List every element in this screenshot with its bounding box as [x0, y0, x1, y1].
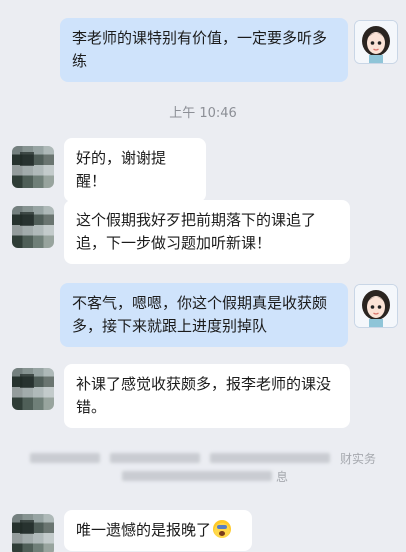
- contact-avatar[interactable]: [12, 368, 54, 410]
- message-text: 补课了感觉收获颇多，报李老师的课没错。: [76, 375, 332, 416]
- scream-emoji-icon: [213, 520, 232, 538]
- notice-text-fragment: 财实务: [340, 452, 377, 466]
- avatar-girl-icon: [355, 21, 397, 63]
- message-text: 不客气，嗯嗯，你这个假期真是收获颇多，接下来就跟上进度别掉队: [72, 294, 328, 335]
- message-text: 唯一遗憾的是报晚了: [76, 521, 212, 539]
- message-bubble-outgoing[interactable]: 不客气，嗯嗯，你这个假期真是收获颇多，接下来就跟上进度别掉队: [60, 283, 348, 347]
- chat-window: 李老师的课特别有价值，一定要多听多练 上午 10:46 好的，谢谢提醒！ 这个假…: [0, 0, 406, 552]
- message-bubble-incoming[interactable]: 唯一遗憾的是报晚了: [64, 510, 252, 551]
- contact-avatar[interactable]: [12, 146, 54, 188]
- contact-avatar[interactable]: [12, 206, 54, 248]
- message-text: 好的，谢谢提醒！: [76, 149, 167, 190]
- message-bubble-incoming[interactable]: 这个假期我好歹把前期落下的课追了追，下一步做习题加听新课！: [64, 200, 350, 264]
- message-bubble-outgoing[interactable]: 李老师的课特别有价值，一定要多听多练: [60, 18, 348, 82]
- message-bubble-incoming[interactable]: 补课了感觉收获颇多，报李老师的课没错。: [64, 364, 350, 428]
- self-avatar[interactable]: [354, 284, 398, 328]
- message-text: 这个假期我好歹把前期落下的课追了追，下一步做习题加听新课！: [76, 211, 317, 252]
- message-text: 李老师的课特别有价值，一定要多听多练: [72, 29, 328, 70]
- self-avatar[interactable]: [354, 20, 398, 64]
- message-bubble-incoming[interactable]: 好的，谢谢提醒！: [64, 138, 206, 202]
- blurred-system-notice: 财实务 息: [30, 450, 390, 486]
- avatar-girl-icon: [355, 285, 397, 327]
- notice-text-fragment: 息: [276, 470, 289, 484]
- timestamp: 上午 10:46: [169, 106, 237, 121]
- contact-avatar[interactable]: [12, 514, 54, 552]
